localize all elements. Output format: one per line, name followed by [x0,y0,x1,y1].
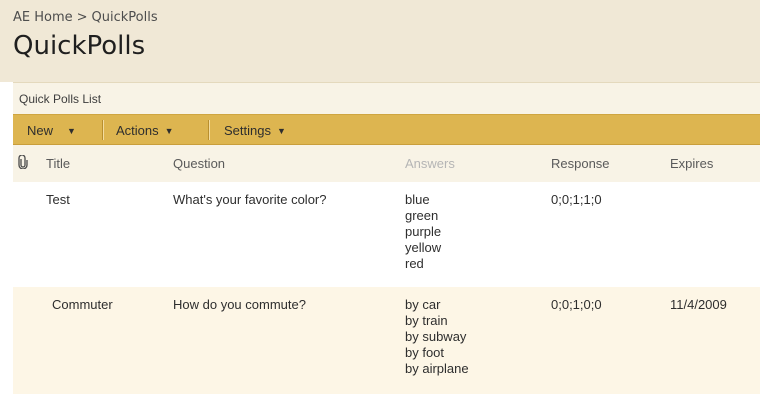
poll-title-link[interactable]: Test [46,182,173,287]
settings-label: Settings [224,123,271,138]
table-row[interactable]: Commuter How do you commute? by car by t… [13,287,760,394]
actions-dropdown-caret-icon: ▼ [164,126,174,136]
answer-item: red [405,256,424,271]
settings-dropdown-caret-icon: ▼ [276,126,286,136]
answer-item: by airplane [405,361,469,376]
page-title: QuickPolls [13,31,146,61]
table-header-row: Title Question Answers Response Expires [13,145,760,182]
toolbar-divider [208,120,210,140]
answer-item: by subway [405,329,467,344]
poll-question: How do you commute? [173,297,306,312]
poll-question: What's your favorite color? [173,192,327,207]
breadcrumb-current[interactable]: QuickPolls [92,10,158,25]
answer-item: yellow [405,240,442,255]
paperclip-icon [17,154,29,170]
answers-column-header: Answers [405,156,455,171]
header-band: AE Home > QuickPolls QuickPolls [0,0,760,82]
poll-expires [670,182,760,287]
attachment-cell [13,182,46,287]
attachments-column-header[interactable] [13,145,46,182]
attachment-cell [13,287,46,394]
breadcrumb-separator: > [76,10,88,25]
actions-menu-button[interactable]: Actions ▼ [116,123,174,138]
answer-item: blue [405,192,430,207]
poll-response: 0;0;1;1;0 [551,192,602,207]
answer-item: by train [405,313,448,328]
toolbar-divider [102,120,104,140]
answer-item: by foot [405,345,445,360]
settings-menu-button[interactable]: Settings ▼ [224,123,286,138]
new-dropdown-caret-icon[interactable]: ▼ [67,126,76,136]
list-toolbar: New ▼ Actions ▼ Settings ▼ [13,114,760,145]
quickpolls-list-table: Title Question Answers Response Expires … [13,145,760,394]
poll-title-link[interactable]: Commuter [46,287,173,394]
breadcrumb-home-link[interactable]: AE Home [13,10,73,25]
response-column-header[interactable]: Response [551,145,670,182]
expires-column-header[interactable]: Expires [670,145,760,182]
breadcrumb: AE Home > QuickPolls [13,10,158,25]
answer-item: green [405,208,439,223]
actions-label: Actions [116,123,159,138]
new-menu-button[interactable]: New ▼ [27,123,76,138]
answer-item: by car [405,297,441,312]
poll-answers: by car by train by subway by foot by air… [405,287,551,394]
question-column-header[interactable]: Question [173,145,405,182]
table-row[interactable]: Test What's your favorite color? blue gr… [13,182,760,287]
poll-expires: 11/4/2009 [670,297,727,312]
new-label: New [27,123,54,138]
poll-response: 0;0;1;0;0 [551,297,602,312]
poll-answers: blue green purple yellow red [405,182,551,287]
list-title: Quick Polls List [19,92,102,106]
title-column-header[interactable]: Title [46,145,173,182]
answer-item: purple [405,224,442,239]
list-title-bar: Quick Polls List [13,82,760,115]
